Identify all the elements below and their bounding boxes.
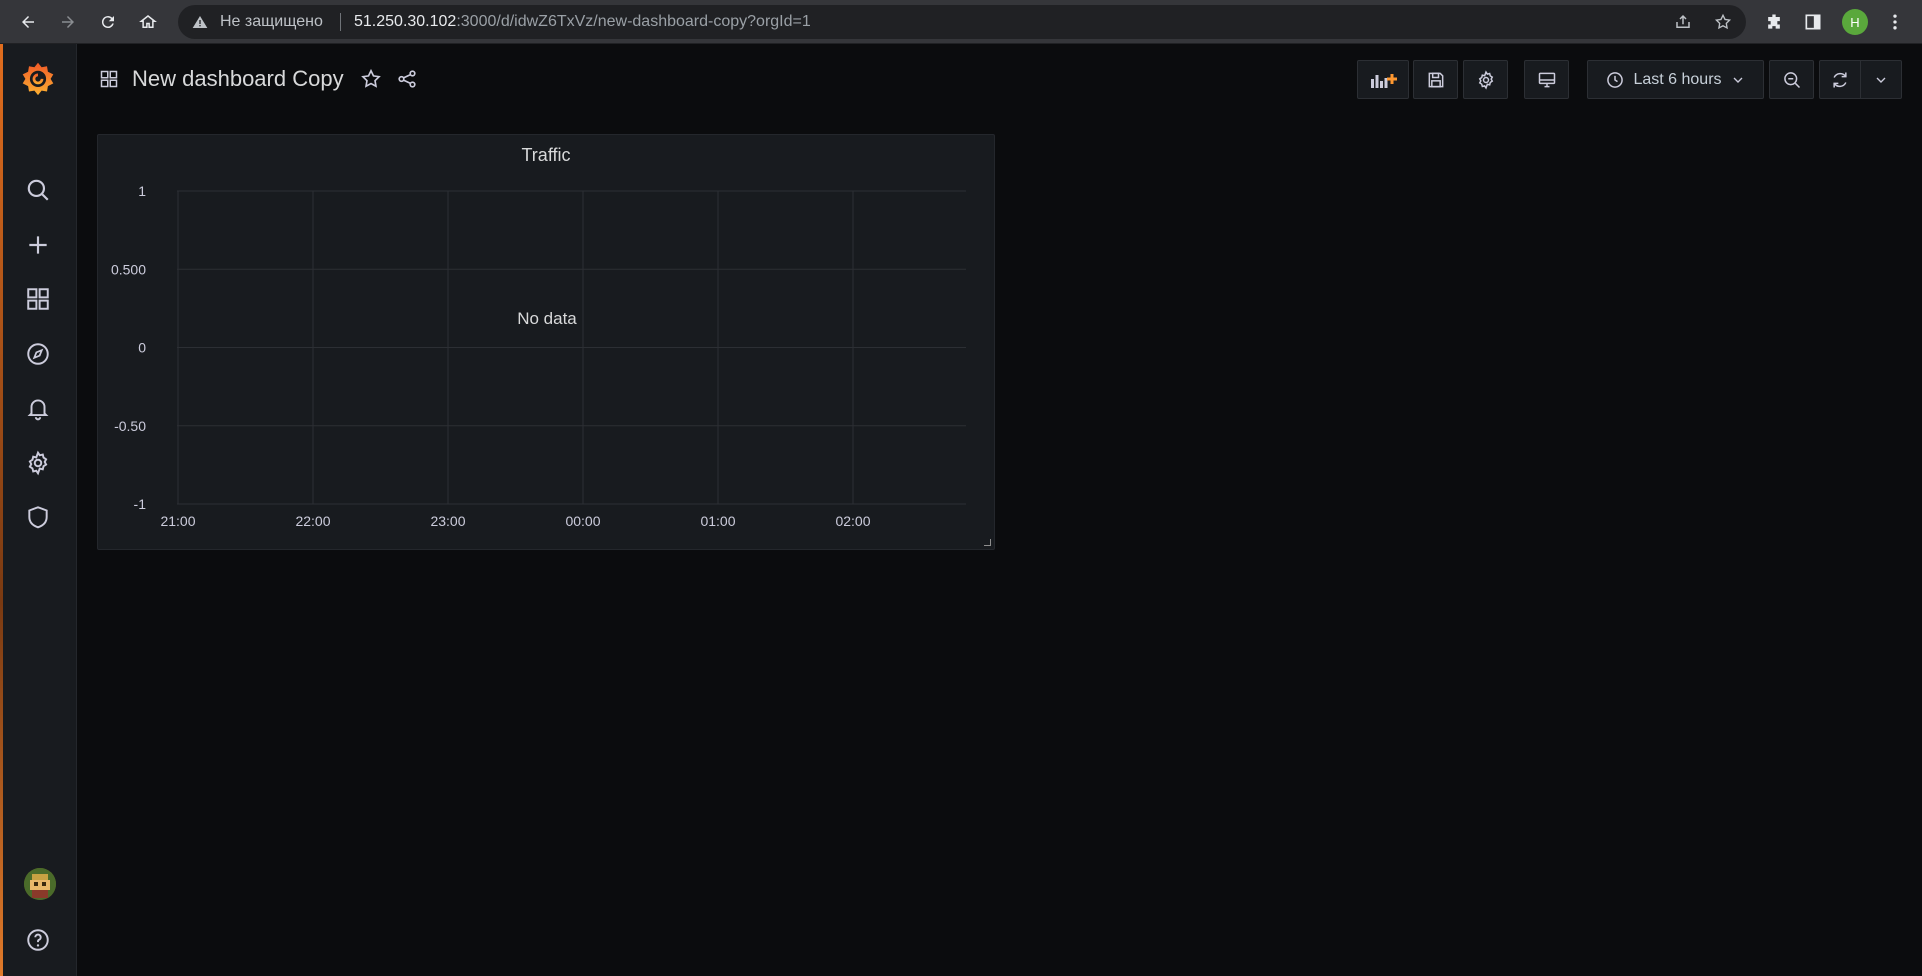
side-panel-icon[interactable] [1803, 12, 1823, 32]
zoom-out-icon [1783, 71, 1800, 88]
explore-compass-icon[interactable] [22, 338, 54, 370]
x-tick-label: 21:00 [160, 513, 195, 529]
url-path: :3000/d/idwZ6TxVz/new-dashboard-copy?org… [456, 13, 811, 30]
refresh-icon [1833, 72, 1847, 87]
search-icon[interactable] [22, 174, 54, 206]
dashboard-header: New dashboard Copy [98, 64, 418, 94]
star-favorite-icon[interactable] [360, 68, 382, 90]
chevron-down-icon [1876, 77, 1886, 83]
address-bar[interactable]: Не защищено 51.250.30.102:3000/d/idwZ6Tx… [178, 5, 1746, 39]
y-tick-label: 0 [138, 340, 146, 356]
browser-toolbar: Не защищено 51.250.30.102:3000/d/idwZ6Tx… [0, 0, 1922, 44]
x-tick-label: 01:00 [700, 513, 735, 529]
traffic-panel[interactable]: 1 0.500 0 -0.50 -1 21:00 22:00 23:00 00:00 01:00 0… [97, 134, 995, 550]
tv-mode-icon [1538, 72, 1555, 87]
dashboards-icon[interactable] [22, 283, 54, 315]
server-admin-shield-icon[interactable] [22, 501, 54, 533]
home-icon[interactable] [134, 8, 162, 36]
user-avatar[interactable] [24, 868, 56, 900]
url-host: 51.250.30.102 [354, 13, 457, 30]
zoom-out-button[interactable] [1769, 60, 1814, 99]
add-panel-icon [1371, 73, 1397, 88]
chevron-down-icon [1733, 77, 1743, 83]
share-page-icon[interactable] [1674, 13, 1692, 31]
dashboard-settings-button[interactable] [1463, 60, 1508, 99]
time-range-label: Last 6 hours [1633, 70, 1722, 88]
back-arrow-icon[interactable] [14, 8, 42, 36]
url-text[interactable]: 51.250.30.102:3000/d/idwZ6TxVz/new-dashb… [354, 13, 811, 31]
dashboard-grid-icon [98, 68, 120, 90]
sidebar-edge-accent [0, 44, 3, 976]
warning-triangle-icon [192, 16, 208, 28]
alerting-bell-icon[interactable] [22, 392, 54, 424]
url-separator [340, 13, 341, 31]
security-label[interactable]: Не защищено [220, 13, 323, 31]
help-icon[interactable] [22, 924, 54, 956]
extensions-puzzle-icon[interactable] [1764, 12, 1784, 32]
configuration-gear-icon[interactable] [22, 447, 54, 479]
x-tick-label: 02:00 [835, 513, 870, 529]
profile-avatar[interactable]: H [1842, 9, 1868, 35]
refresh-interval-dropdown[interactable] [1861, 61, 1901, 98]
y-tick-label: -0.50 [114, 418, 146, 434]
refresh-button[interactable] [1820, 61, 1861, 98]
forward-arrow-icon[interactable] [54, 8, 82, 36]
x-tick-label: 23:00 [430, 513, 465, 529]
x-tick-label: 00:00 [565, 513, 600, 529]
share-dashboard-icon[interactable] [396, 68, 418, 90]
y-tick-label: -1 [134, 496, 147, 512]
dashboard-title[interactable]: New dashboard Copy [132, 66, 344, 92]
grafana-logo-icon[interactable] [20, 60, 56, 96]
settings-gear-icon [1478, 69, 1493, 90]
reload-icon[interactable] [94, 8, 122, 36]
panel-resize-handle[interactable] [984, 539, 991, 546]
save-icon [1428, 72, 1443, 87]
save-dashboard-button[interactable] [1413, 60, 1458, 99]
clock-icon [1607, 71, 1624, 88]
more-vertical-icon[interactable] [1885, 12, 1905, 32]
traffic-chart: 1 0.500 0 -0.50 -1 21:00 22:00 23:00 00:00 01:00 0… [111, 183, 966, 529]
y-tick-label: 1 [138, 183, 146, 199]
tv-mode-button[interactable] [1524, 60, 1569, 99]
panel-title[interactable]: Traffic [98, 145, 994, 166]
time-range-picker[interactable]: Last 6 hours [1587, 60, 1764, 99]
y-tick-label: 0.500 [111, 261, 146, 277]
plus-icon[interactable] [22, 229, 54, 261]
x-tick-label: 22:00 [295, 513, 330, 529]
no-data-message: No data [517, 309, 577, 328]
add-panel-button[interactable] [1357, 60, 1409, 99]
refresh-button-group [1819, 60, 1902, 99]
bookmark-star-icon[interactable] [1714, 13, 1732, 31]
